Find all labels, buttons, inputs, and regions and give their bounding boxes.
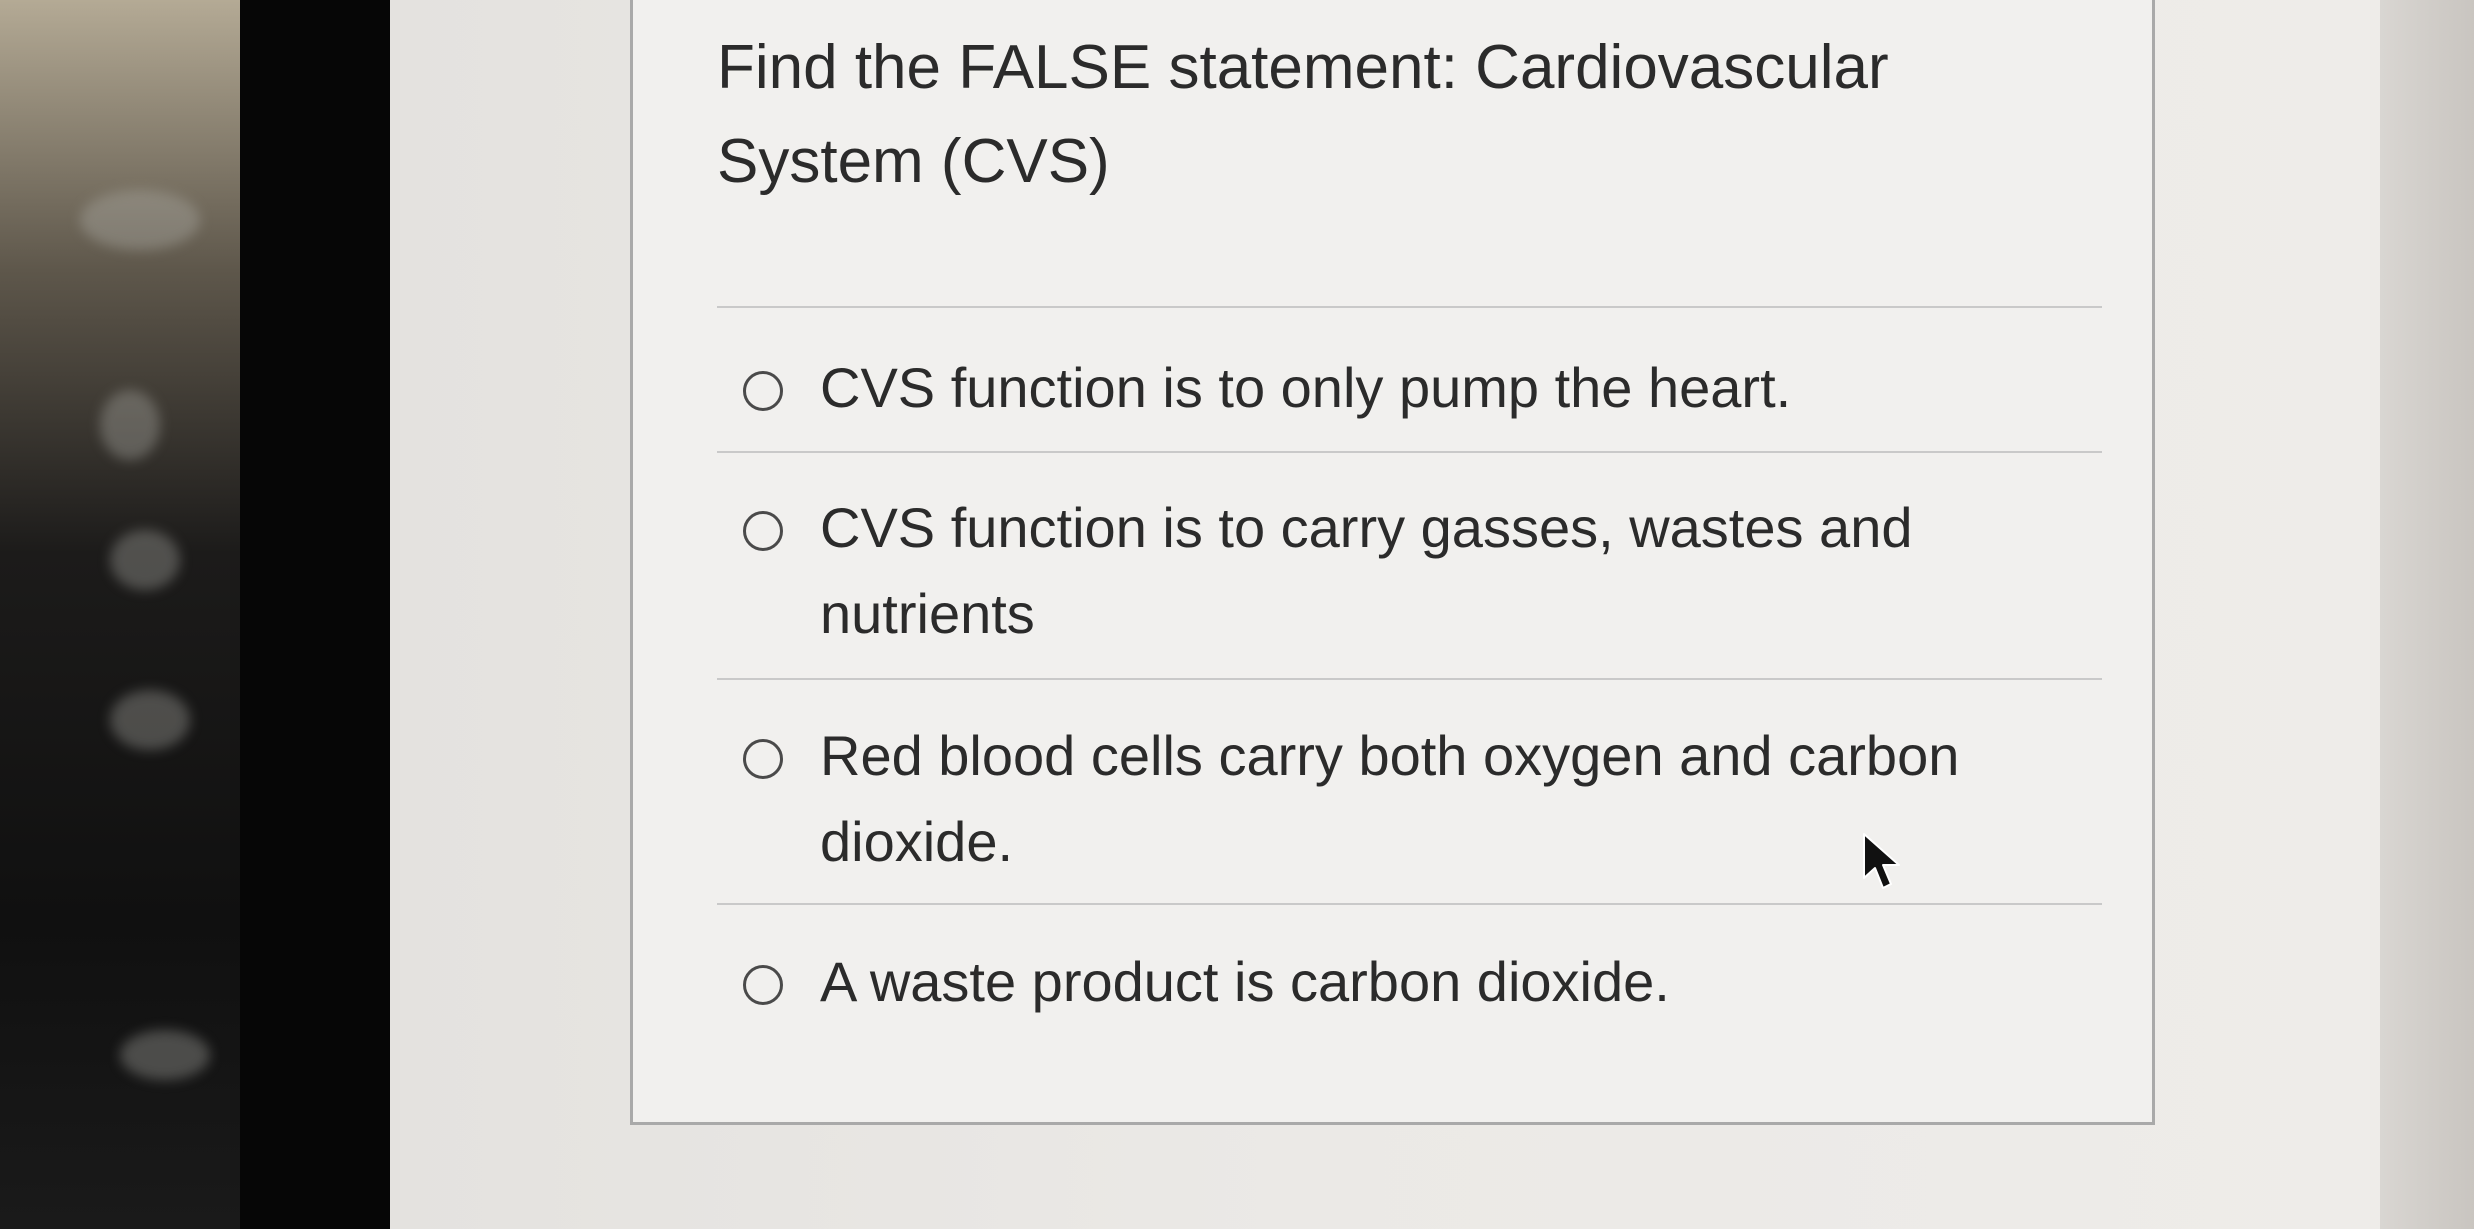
divider [717,451,2102,453]
radio-button-unselected-icon[interactable] [743,371,783,411]
monitor-bezel [240,0,390,1229]
radio-button-unselected-icon[interactable] [743,965,783,1005]
answer-option-label: CVS function is to only pump the heart. [820,356,1792,419]
divider [717,903,2102,905]
divider [717,678,2102,680]
background-blur [0,0,270,1229]
radio-button-unselected-icon[interactable] [743,739,783,779]
answer-option-4[interactable]: A waste product is carbon dioxide. [743,939,1993,1025]
answer-option-3[interactable]: Red blood cells carry both oxygen and ca… [743,713,1993,885]
answer-option-1[interactable]: CVS function is to only pump the heart. [743,345,1993,431]
answer-option-2[interactable]: CVS function is to carry gasses, wastes … [743,485,1993,657]
divider [717,306,2102,308]
screen-edge [2380,0,2474,1229]
question-card: Find the FALSE statement: Cardiovascular… [630,0,2155,1125]
mouse-pointer-icon [1863,833,1900,889]
question-title: Find the FALSE statement: Cardiovascular… [717,33,1889,196]
answer-option-label: A waste product is carbon dioxide. [820,950,1670,1013]
answer-option-label: CVS function is to carry gasses, wastes … [820,496,1913,645]
radio-button-unselected-icon[interactable] [743,511,783,551]
answer-option-label: Red blood cells carry both oxygen and ca… [820,724,1960,873]
